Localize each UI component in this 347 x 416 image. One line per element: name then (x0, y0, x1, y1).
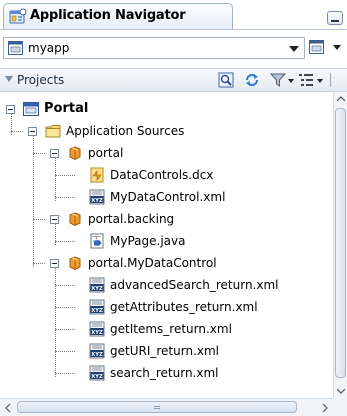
navigator-icon[interactable] (218, 72, 234, 88)
tree-branch-line (55, 329, 75, 330)
collapse-node-toggle[interactable] (50, 215, 59, 224)
chevron-down-icon[interactable] (288, 79, 294, 83)
refresh-icon[interactable] (244, 72, 260, 88)
tree-branch-line (11, 131, 23, 132)
java-file-icon (90, 233, 104, 249)
tree-node-label[interactable]: portal.MyDataControl (88, 255, 217, 271)
package-icon (69, 146, 81, 161)
svg-text:XYZ: XYZ (91, 198, 103, 204)
scrollbar-corner (333, 398, 347, 416)
tree-branch-line (55, 175, 75, 176)
tree-node-label[interactable]: Portal (44, 101, 88, 117)
tree-branch-line (33, 263, 45, 264)
dcx-file-icon (90, 167, 104, 183)
scroll-right-icon[interactable] (322, 404, 328, 412)
application-selector-row: myapp (0, 30, 347, 68)
projects-toolbar: Projects (0, 68, 347, 92)
minimize-icon[interactable] (327, 11, 343, 25)
tree-node-label[interactable]: getURI_return.xml (110, 343, 219, 359)
xml-file-icon: XYZ (89, 343, 105, 359)
filter-icon[interactable] (270, 72, 286, 88)
folder-icon (45, 125, 61, 138)
scroll-down-icon[interactable] (337, 388, 345, 394)
tree-node-label[interactable]: DataControls.dcx (110, 167, 213, 183)
application-navigator-tab[interactable]: Application Navigator (3, 3, 233, 30)
tree-branch-line (55, 285, 75, 286)
package-icon (69, 212, 81, 227)
tree-node-label[interactable]: portal.backing (88, 211, 174, 227)
scroll-left-icon[interactable] (5, 404, 11, 412)
chevron-down-icon (333, 45, 341, 50)
tree-connector-line (55, 267, 56, 377)
tree-node-label[interactable]: portal (88, 145, 123, 161)
package-icon (69, 256, 81, 271)
svg-text:XYZ: XYZ (91, 374, 103, 380)
svg-text:XYZ: XYZ (91, 308, 103, 314)
vertical-scrollbar[interactable] (333, 92, 347, 398)
collapse-node-toggle[interactable] (50, 259, 59, 268)
application-dropdown[interactable]: myapp (3, 37, 305, 59)
xml-file-icon: XYZ (89, 277, 105, 293)
tree-branch-line (55, 307, 75, 308)
application-name: myapp (28, 41, 70, 55)
collapse-node-toggle[interactable] (28, 127, 37, 136)
horizontal-scroll-thumb[interactable] (17, 401, 297, 413)
tree-branch-line (55, 197, 75, 198)
svg-text:XYZ: XYZ (91, 330, 103, 336)
navigator-title-bar: Application Navigator (0, 0, 347, 30)
application-menu-icon (309, 40, 324, 54)
tree-node-label[interactable]: MyDataControl.xml (110, 189, 225, 205)
tree-node-label[interactable]: MyPage.java (110, 233, 185, 249)
svg-text:XYZ: XYZ (91, 352, 103, 358)
project-tree[interactable]: Portal Application Sources portal DataContr… (0, 92, 333, 398)
toolbar-separator (330, 73, 331, 87)
xml-file-icon: XYZ (89, 321, 105, 337)
tree-branch-line (33, 153, 45, 154)
scroll-up-icon[interactable] (337, 96, 345, 102)
svg-text:XYZ: XYZ (91, 286, 103, 292)
chevron-down-icon[interactable] (317, 79, 323, 83)
chevron-down-icon (289, 46, 299, 52)
xml-file-icon: XYZ (89, 365, 105, 381)
tree-branch-line (55, 373, 75, 374)
application-menu-button[interactable] (309, 37, 345, 59)
application-icon (8, 41, 23, 55)
projects-label: Projects (17, 73, 65, 87)
tree-node-label[interactable]: getItems_return.xml (110, 321, 232, 337)
collapse-triangle-icon[interactable] (4, 74, 14, 84)
collapse-node-toggle[interactable] (50, 149, 59, 158)
vertical-scroll-thumb[interactable] (335, 108, 346, 378)
horizontal-scrollbar[interactable] (0, 398, 333, 416)
xml-file-icon: XYZ (89, 299, 105, 315)
tree-node-label[interactable]: Application Sources (66, 123, 184, 139)
collapse-node-toggle[interactable] (6, 105, 15, 114)
sort-icon[interactable] (298, 72, 314, 88)
tree-branch-line (55, 351, 75, 352)
navigator-icon (9, 8, 27, 24)
tree-branch-line (33, 219, 45, 220)
tree-connector-line (33, 135, 34, 267)
tree-branch-line (55, 241, 75, 242)
window-title: Application Navigator (30, 8, 186, 23)
tree-connector-line (55, 157, 56, 201)
scroll-grip (154, 406, 160, 409)
tree-node-label[interactable]: advancedSearch_return.xml (110, 277, 279, 293)
xml-file-icon: XYZ (89, 189, 105, 205)
tree-node-label[interactable]: search_return.xml (110, 365, 219, 381)
tree-node-label[interactable]: getAttributes_return.xml (110, 299, 258, 315)
project-icon (23, 102, 39, 116)
